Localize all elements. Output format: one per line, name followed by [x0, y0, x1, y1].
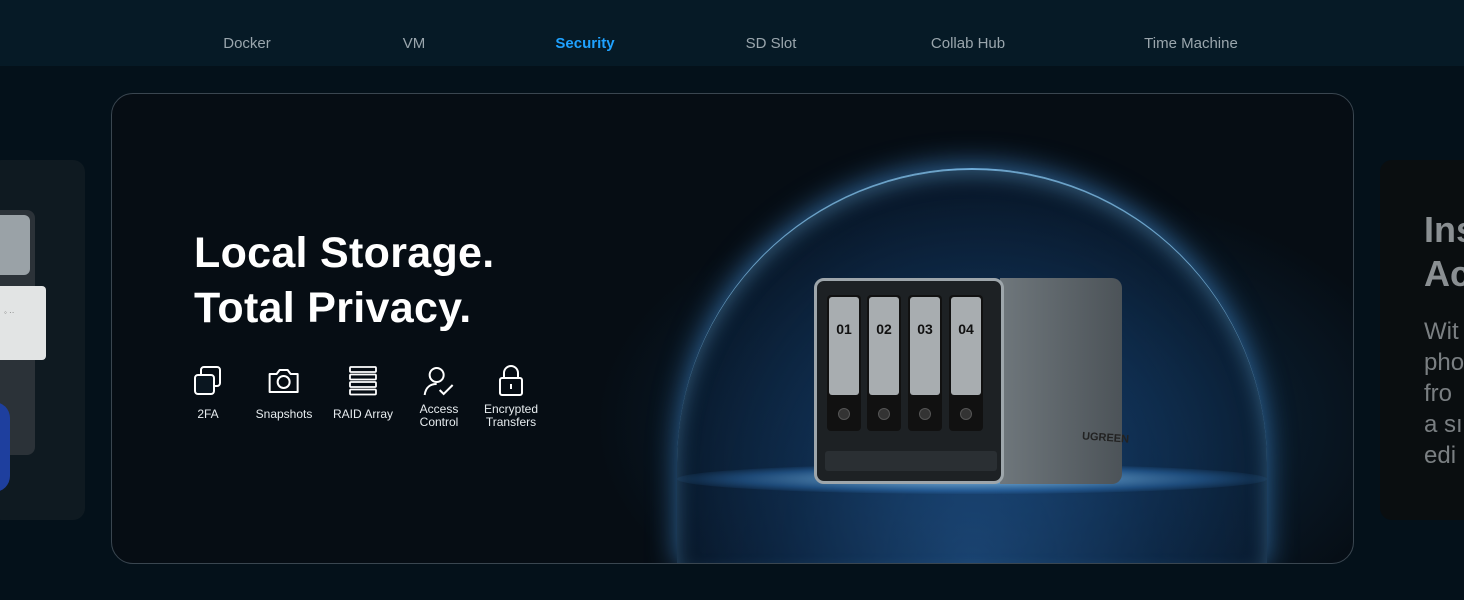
- next-slide-body: Wit pho fro a sı edi: [1424, 316, 1464, 471]
- nas-side: [1000, 278, 1122, 484]
- next-slide-body-line: a sı: [1424, 411, 1463, 438]
- drive-bay: 04: [949, 295, 983, 431]
- drive-bay: 01: [827, 295, 861, 431]
- bay-number: 02: [876, 321, 892, 337]
- feature-label: 2FA: [197, 407, 219, 421]
- stacked-drives-icon: [349, 366, 377, 396]
- tab-security[interactable]: Security: [555, 35, 614, 52]
- feature-encrypted-transfers: Encrypted Transfers: [484, 364, 538, 429]
- camera-icon: [269, 369, 299, 393]
- tab-time-machine[interactable]: Time Machine: [1144, 35, 1238, 52]
- two-squares-icon: [194, 366, 221, 395]
- next-slide-heading: Ins Ac: [1424, 208, 1464, 296]
- hero-headline: Local Storage. Total Privacy.: [194, 226, 495, 336]
- feature-raid-array: RAID Array: [333, 364, 393, 421]
- security-hero-card: Local Storage. Total Privacy. 2FA Snapsh…: [111, 93, 1354, 564]
- carousel-next-slide[interactable]: Ins Ac Wit pho fro a sı edi: [1380, 160, 1464, 520]
- device-screen: ◦ ··: [0, 286, 46, 360]
- next-slide-body-line: fro: [1424, 380, 1453, 407]
- tab-collab-hub[interactable]: Collab Hub: [931, 35, 1005, 52]
- feature-label: Snapshots: [255, 407, 313, 421]
- feature-access-control: Access Control: [419, 364, 459, 429]
- carousel-prev-slide[interactable]: ◦ ··: [0, 160, 85, 520]
- feature-label: RAID Array: [332, 407, 394, 421]
- blue-accent-shape: [0, 402, 10, 492]
- bay-number: 03: [917, 321, 933, 337]
- tab-docker[interactable]: Docker: [223, 35, 271, 52]
- next-slide-body-line: Wit: [1424, 318, 1459, 345]
- nas-io-panel: [825, 451, 997, 471]
- screen-dots: ◦ ··: [4, 308, 15, 317]
- drive-bay: 03: [908, 295, 942, 431]
- nas-front: 01 02 03 04: [814, 278, 1004, 484]
- drive-bay: 02: [867, 295, 901, 431]
- next-slide-heading-line1: Ins: [1424, 209, 1464, 250]
- next-slide-body-line: pho: [1424, 349, 1464, 376]
- feature-label: Control: [419, 415, 459, 429]
- headline-line2: Total Privacy.: [194, 284, 472, 332]
- tab-vm[interactable]: VM: [403, 35, 426, 52]
- nas-device-image: UGREEN 01 02 03 04: [814, 272, 1129, 484]
- bay-number: 04: [958, 321, 974, 337]
- headline-line1: Local Storage.: [194, 229, 495, 277]
- lock-icon: [499, 365, 523, 396]
- bay-number: 01: [836, 321, 852, 337]
- user-check-icon: [424, 367, 454, 396]
- feature-2fa: 2FA: [192, 364, 224, 421]
- top-nav: Docker VM Security SD Slot Collab Hub Ti…: [0, 0, 1464, 66]
- next-slide-body-line: edi: [1424, 442, 1457, 469]
- device-panel-top: [0, 215, 30, 275]
- feature-snapshots: Snapshots: [255, 364, 313, 421]
- next-slide-heading-line2: Ac: [1424, 253, 1464, 294]
- feature-label: Transfers: [485, 415, 537, 429]
- tab-sd-slot[interactable]: SD Slot: [746, 35, 797, 52]
